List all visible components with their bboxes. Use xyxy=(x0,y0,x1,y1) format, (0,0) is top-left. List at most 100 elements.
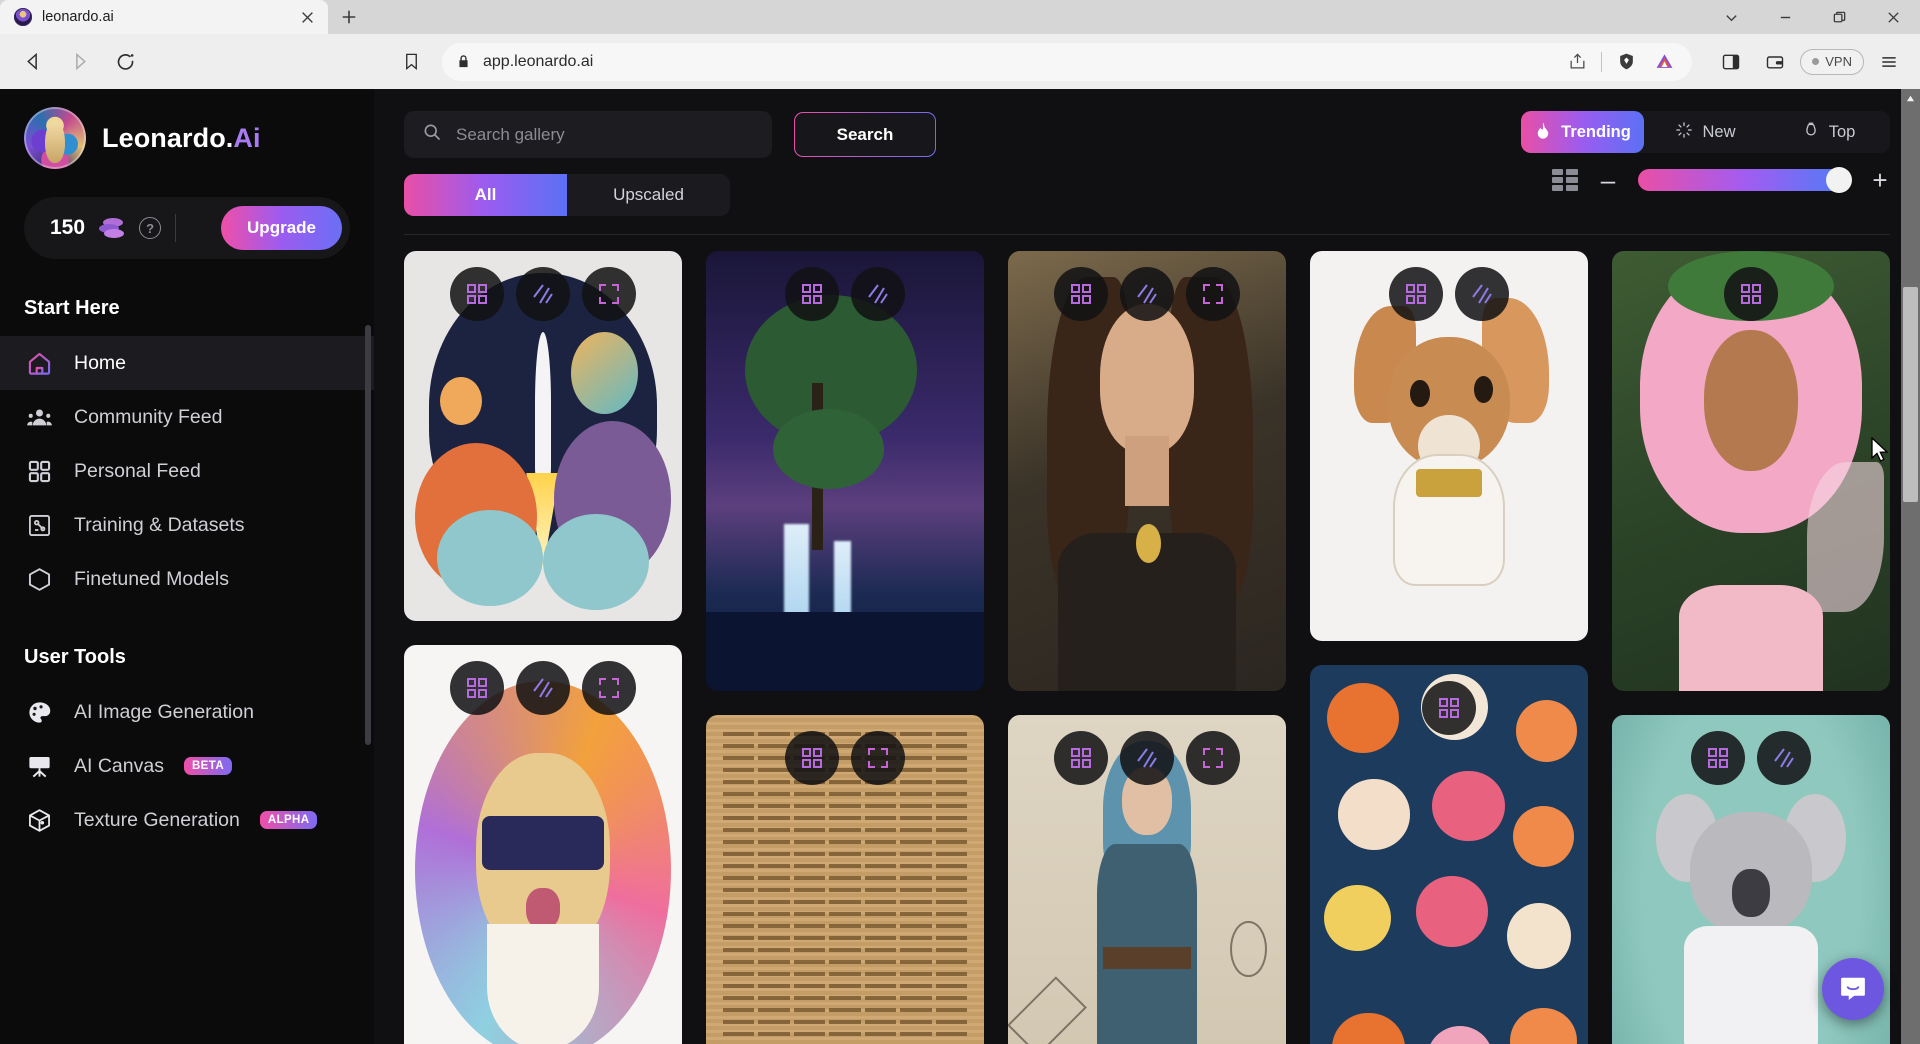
variations-lines-icon[interactable] xyxy=(1120,731,1174,785)
remix-grid-icon[interactable] xyxy=(785,267,839,321)
sort-tabs: Trending New Top xyxy=(1521,111,1890,153)
intercom-chat-icon[interactable] xyxy=(1822,958,1884,1020)
zoom-slider[interactable] xyxy=(1638,167,1852,193)
sidebar-item-home[interactable]: Home xyxy=(0,336,374,390)
variations-lines-icon[interactable] xyxy=(1120,267,1174,321)
zoom-slider-thumb[interactable] xyxy=(1826,167,1852,193)
gallery-column xyxy=(706,251,984,1044)
upgrade-button[interactable]: Upgrade xyxy=(221,206,342,250)
gallery-card[interactable] xyxy=(1612,251,1890,691)
minimize-icon[interactable] xyxy=(1758,0,1812,34)
sidebar-item-personal-feed[interactable]: Personal Feed xyxy=(0,444,374,498)
gallery-card[interactable] xyxy=(706,251,984,691)
variations-lines-icon[interactable] xyxy=(851,267,905,321)
help-question-icon[interactable]: ? xyxy=(139,217,162,239)
card-actions xyxy=(1008,267,1286,321)
address-bar[interactable]: app.leonardo.ai xyxy=(442,42,1693,81)
wallet-icon[interactable] xyxy=(1756,43,1794,81)
sidebar-scrollbar[interactable] xyxy=(365,325,371,745)
sidebar-item-label: Finetuned Models xyxy=(74,567,230,590)
scroll-up-arrow-icon[interactable] xyxy=(1901,89,1920,108)
gallery-card[interactable] xyxy=(404,645,682,1044)
sidebar-item-texture-generation[interactable]: Texture Generation ALPHA xyxy=(0,793,374,847)
remix-grid-icon[interactable] xyxy=(450,661,504,715)
tab-trending[interactable]: Trending xyxy=(1521,111,1644,153)
gallery-card[interactable] xyxy=(1008,715,1286,1044)
remix-grid-icon[interactable] xyxy=(1389,267,1443,321)
brand-header[interactable]: Leonardo.Ai xyxy=(0,107,374,169)
brave-rewards-triangle-icon[interactable] xyxy=(1650,48,1678,76)
search-input[interactable] xyxy=(456,124,754,145)
grid-squares-icon xyxy=(24,456,54,486)
new-tab-icon[interactable] xyxy=(328,0,370,34)
tab-all[interactable]: All xyxy=(404,174,567,216)
remix-grid-icon[interactable] xyxy=(1691,731,1745,785)
share-icon[interactable] xyxy=(1563,48,1591,76)
hamburger-menu-icon[interactable] xyxy=(1870,43,1908,81)
expand-arrows-icon[interactable] xyxy=(1186,731,1240,785)
remix-grid-icon[interactable] xyxy=(785,731,839,785)
gallery-card[interactable] xyxy=(404,251,682,621)
expand-arrows-icon[interactable] xyxy=(582,661,636,715)
card-actions xyxy=(706,267,984,321)
back-arrow-icon[interactable] xyxy=(12,41,54,83)
sidebar-item-training-datasets[interactable]: Training & Datasets xyxy=(0,498,374,552)
variations-lines-icon[interactable] xyxy=(1757,731,1811,785)
gallery-card[interactable] xyxy=(1008,251,1286,691)
sidebar-panel-icon[interactable] xyxy=(1712,43,1750,81)
gallery-right-controls: Trending New Top – + xyxy=(1521,111,1890,193)
remix-grid-icon[interactable] xyxy=(1724,267,1778,321)
vpn-badge[interactable]: VPN xyxy=(1800,48,1864,75)
texture-cube-icon xyxy=(24,805,54,835)
scrollbar-thumb[interactable] xyxy=(1903,287,1918,502)
window-controls xyxy=(1704,0,1920,34)
expand-arrows-icon[interactable] xyxy=(1186,267,1240,321)
sparkle-icon xyxy=(1675,121,1693,144)
tab-top[interactable]: Top xyxy=(1767,111,1890,153)
page-scrollbar[interactable] xyxy=(1901,89,1920,1044)
variations-lines-icon[interactable] xyxy=(1455,267,1509,321)
gallery-card[interactable] xyxy=(1310,251,1588,641)
sidebar-item-finetuned-models[interactable]: Finetuned Models xyxy=(0,552,374,606)
reload-icon[interactable] xyxy=(104,41,146,83)
expand-arrows-icon[interactable] xyxy=(851,731,905,785)
restore-icon[interactable] xyxy=(1812,0,1866,34)
remix-grid-icon[interactable] xyxy=(1054,267,1108,321)
easel-canvas-icon xyxy=(24,751,54,781)
credits-coin-icon xyxy=(99,218,125,238)
variations-lines-icon[interactable] xyxy=(516,661,570,715)
card-actions xyxy=(1310,267,1588,321)
tab-upscaled[interactable]: Upscaled xyxy=(567,174,730,216)
sidebar-item-ai-canvas[interactable]: AI Canvas BETA xyxy=(0,739,374,793)
remix-grid-icon[interactable] xyxy=(1054,731,1108,785)
remix-grid-icon[interactable] xyxy=(450,267,504,321)
variations-lines-icon[interactable] xyxy=(516,267,570,321)
gallery-column xyxy=(1612,251,1890,1044)
sort-tab-label: Trending xyxy=(1561,122,1631,141)
zoom-out-button[interactable]: – xyxy=(1598,167,1618,193)
remix-grid-icon[interactable] xyxy=(1422,681,1476,735)
grid-layout-icon[interactable] xyxy=(1552,169,1578,191)
sidebar-item-ai-image-generation[interactable]: AI Image Generation xyxy=(0,685,374,739)
gallery-card[interactable] xyxy=(706,715,984,1044)
sidebar-item-community-feed[interactable]: Community Feed xyxy=(0,390,374,444)
search-icon xyxy=(422,122,442,147)
browser-tab[interactable]: leonardo.ai xyxy=(0,0,328,34)
search-button[interactable]: Search xyxy=(794,112,936,157)
search-input-wrapper[interactable] xyxy=(404,111,772,158)
brave-shields-lion-icon[interactable] xyxy=(1612,48,1640,76)
close-icon[interactable] xyxy=(1866,0,1920,34)
tab-new[interactable]: New xyxy=(1644,111,1767,153)
chevron-down-icon[interactable] xyxy=(1704,0,1758,34)
bookmark-icon[interactable] xyxy=(390,41,432,83)
training-chip-icon xyxy=(24,510,54,540)
tab-strip: leonardo.ai xyxy=(0,0,1920,34)
expand-arrows-icon[interactable] xyxy=(582,267,636,321)
zoom-in-button[interactable]: + xyxy=(1870,167,1890,193)
trophy-icon xyxy=(1802,121,1820,144)
page-viewport: Leonardo.Ai 150 ? Upgrade Start Here Hom xyxy=(0,89,1920,1044)
sort-tab-label: Top xyxy=(1828,122,1856,141)
close-icon[interactable] xyxy=(296,6,318,28)
forward-arrow-icon xyxy=(58,41,100,83)
gallery-card[interactable] xyxy=(1310,665,1588,1044)
